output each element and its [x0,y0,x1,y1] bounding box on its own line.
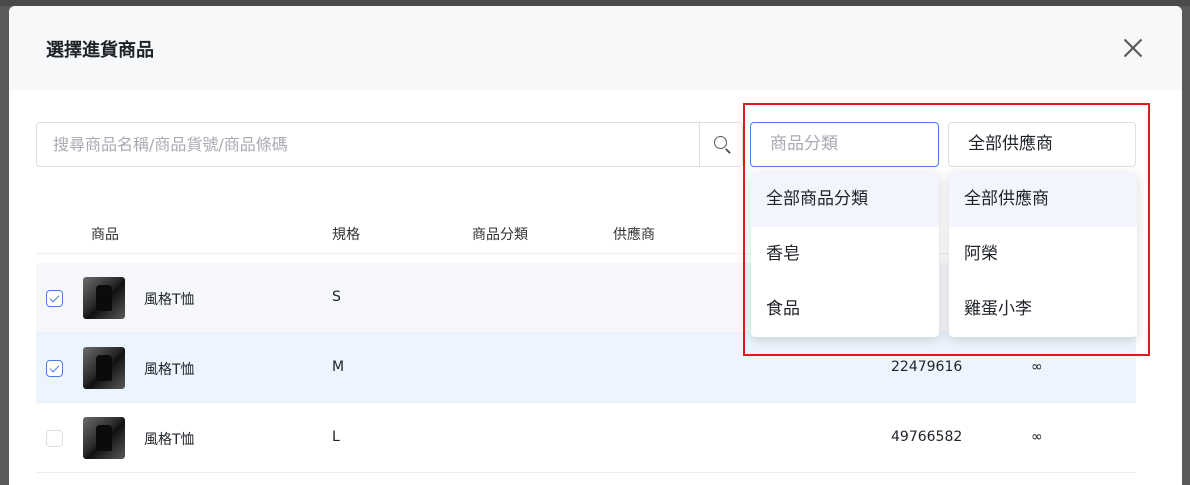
supplier-option[interactable]: 雞蛋小李 [949,282,1137,337]
row-checkbox[interactable] [46,430,63,447]
supplier-select[interactable]: 全部供應商 [948,122,1136,167]
search-button[interactable] [699,123,743,166]
product-thumbnail [83,347,125,389]
category-option[interactable]: 食品 [751,282,939,337]
supplier-dropdown: 全部供應商 阿榮 雞蛋小李 [949,172,1137,337]
product-stock: ∞ [1031,429,1043,445]
search-box [36,122,743,167]
supplier-option[interactable]: 阿榮 [949,227,1137,282]
category-option[interactable]: 全部商品分類 [751,172,939,227]
close-icon[interactable] [1119,34,1147,62]
category-dropdown: 全部商品分類 香皂 食品 [751,172,939,337]
product-name: 風格T恤 [144,362,195,378]
product-spec: S [332,289,341,305]
product-code: 22479616 [891,359,963,375]
product-thumbnail [83,277,125,319]
product-thumbnail [83,417,125,459]
modal-title: 選擇進貨商品 [46,40,154,61]
product-name: 風格T恤 [144,432,195,448]
product-spec: L [332,429,340,445]
column-header-category: 商品分類 [472,227,528,243]
product-name: 風格T恤 [144,292,195,308]
product-code: 49766582 [891,429,963,445]
row-checkbox[interactable] [46,360,63,377]
product-stock: ∞ [1031,359,1043,375]
category-option[interactable]: 香皂 [751,227,939,282]
row-checkbox[interactable] [46,290,63,307]
product-spec: M [332,359,345,375]
supplier-option[interactable]: 全部供應商 [949,172,1137,227]
table-row[interactable]: 風格T恤 M 22479616 ∞ [36,333,1136,403]
category-select[interactable]: 商品分類 [750,122,939,167]
search-icon [714,136,727,149]
search-icon-handle [725,148,731,154]
table-row[interactable]: 風格T恤 L 49766582 ∞ [36,403,1136,473]
search-input[interactable] [37,123,699,166]
column-header-spec: 規格 [332,227,360,243]
modal-header: 選擇進貨商品 [9,6,1182,90]
column-header-product: 商品 [91,227,119,243]
column-header-supplier: 供應商 [613,227,655,243]
